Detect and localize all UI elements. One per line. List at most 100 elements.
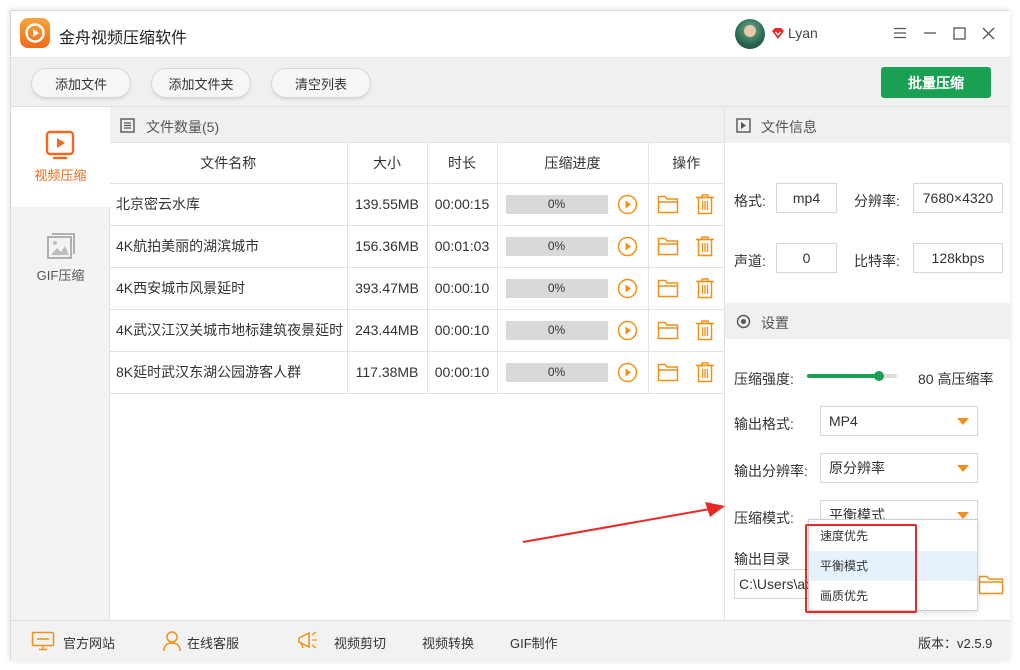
file-info-icon xyxy=(736,118,751,133)
file-info-header: 文件信息 xyxy=(725,107,1011,143)
file-name: 4K航拍美丽的湖滨城市 xyxy=(110,224,348,268)
file-size: 117.38MB xyxy=(346,350,428,394)
file-name: 北京密云水库 xyxy=(110,182,348,226)
play-icon[interactable] xyxy=(617,236,638,257)
sidebar-item-label: GIF压缩 xyxy=(36,268,85,283)
progress-bar: 0% xyxy=(505,194,608,214)
video-cut-link[interactable]: 视频剪切 xyxy=(334,633,386,652)
channel-value: 0 xyxy=(776,243,837,273)
megaphone-icon xyxy=(298,631,317,649)
open-folder-icon[interactable] xyxy=(657,320,679,340)
list-icon xyxy=(120,118,135,133)
output-resolution-label: 输出分辨率: xyxy=(734,463,808,479)
output-resolution-value: 原分辨率 xyxy=(829,460,885,476)
col-header-progress: 压缩进度 xyxy=(496,143,649,184)
play-icon[interactable] xyxy=(617,320,638,341)
table-row[interactable]: 8K延时武汉东湖公园游客人群 117.38MB 00:00:10 0% xyxy=(110,350,724,394)
file-name: 8K延时武汉东湖公园游客人群 xyxy=(110,350,348,394)
table-row[interactable]: 4K武汉江汉关城市地标建筑夜景延时 243.44MB 00:00:10 0% xyxy=(110,308,724,352)
add-folder-button[interactable]: 添加文件夹 xyxy=(151,68,251,98)
compress-mode-label: 压缩模式: xyxy=(734,510,794,526)
sidebar-item-label: 视频压缩 xyxy=(34,168,87,183)
video-compress-icon xyxy=(45,130,75,160)
strength-slider-handle[interactable] xyxy=(874,371,884,381)
minimize-icon[interactable] xyxy=(919,22,941,44)
video-convert-link[interactable]: 视频转换 xyxy=(422,633,474,652)
open-folder-icon[interactable] xyxy=(657,362,679,382)
output-resolution-select[interactable]: 原分辨率 xyxy=(820,453,978,483)
play-icon[interactable] xyxy=(617,278,638,299)
gif-make-link[interactable]: GIF制作 xyxy=(510,633,558,652)
file-name: 4K西安城市风景延时 xyxy=(110,266,348,310)
settings-header: 设置 xyxy=(725,303,1011,339)
table-row[interactable]: 4K航拍美丽的湖滨城市 156.36MB 00:01:03 0% xyxy=(110,224,724,268)
ops-cell xyxy=(647,266,724,310)
bitrate-label: 比特率: xyxy=(854,253,900,269)
add-file-button[interactable]: 添加文件 xyxy=(31,68,131,98)
col-header-ops: 操作 xyxy=(647,143,724,184)
file-info-title: 文件信息 xyxy=(761,119,817,135)
file-size: 393.47MB xyxy=(346,266,428,310)
sidebar-item-video-compress[interactable]: 视频压缩 xyxy=(11,107,110,207)
progress-bar: 0% xyxy=(505,278,608,298)
col-header-size: 大小 xyxy=(346,143,428,184)
official-website-link[interactable]: 官方网站 xyxy=(63,633,115,652)
file-count: 文件数量(5) xyxy=(146,119,220,135)
play-icon[interactable] xyxy=(617,194,638,215)
table-row[interactable]: 4K西安城市风景延时 393.47MB 00:00:10 0% xyxy=(110,266,724,310)
output-format-select[interactable]: MP4 xyxy=(820,406,978,436)
clear-list-button[interactable]: 清空列表 xyxy=(271,68,371,98)
trash-icon[interactable] xyxy=(695,277,715,299)
col-header-duration: 时长 xyxy=(426,143,498,184)
status-bar: 官方网站 在线客服 视频剪切 视频转换 GIF制作 版本：v2.5.9 xyxy=(11,620,1010,661)
ops-cell xyxy=(647,308,724,352)
format-label: 格式: xyxy=(734,193,766,209)
file-size: 139.55MB xyxy=(346,182,428,226)
resolution-value: 7680×4320 xyxy=(913,183,1003,213)
trash-icon[interactable] xyxy=(695,235,715,257)
play-icon[interactable] xyxy=(617,362,638,383)
file-duration: 00:00:10 xyxy=(426,266,498,310)
file-duration: 00:00:10 xyxy=(426,350,498,394)
bitrate-value: 128kbps xyxy=(913,243,1003,273)
strength-value: 80 高压缩率 xyxy=(918,371,994,387)
folder-browse-icon[interactable] xyxy=(978,573,1004,595)
file-name: 4K武汉江汉关城市地标建筑夜景延时 xyxy=(110,308,348,352)
toolbar: 添加文件 添加文件夹 清空列表 批量压缩 xyxy=(11,57,1010,107)
format-value: mp4 xyxy=(776,183,837,213)
file-size: 156.36MB xyxy=(346,224,428,268)
trash-icon[interactable] xyxy=(695,319,715,341)
vip-badge-icon xyxy=(771,27,785,43)
open-folder-icon[interactable] xyxy=(657,194,679,214)
close-icon[interactable] xyxy=(977,22,999,44)
progress-cell: 0% xyxy=(496,182,649,226)
ops-cell xyxy=(647,224,724,268)
strength-slider[interactable] xyxy=(807,371,897,381)
progress-bar: 0% xyxy=(505,236,608,256)
table-row[interactable]: 北京密云水库 139.55MB 00:00:15 0% xyxy=(110,182,724,226)
output-dir-label: 输出目录 xyxy=(734,551,790,567)
file-duration: 00:00:15 xyxy=(426,182,498,226)
file-size: 243.44MB xyxy=(346,308,428,352)
open-folder-icon[interactable] xyxy=(657,278,679,298)
trash-icon[interactable] xyxy=(695,361,715,383)
user-avatar[interactable] xyxy=(735,19,765,49)
menu-icon[interactable] xyxy=(889,22,911,44)
ops-cell xyxy=(647,182,724,226)
maximize-icon[interactable] xyxy=(948,22,970,44)
batch-compress-button[interactable]: 批量压缩 xyxy=(881,67,991,98)
username[interactable]: Lyan xyxy=(788,25,818,41)
file-table: 文件名称 大小 时长 压缩进度 操作 北京密云水库 139.55MB 00:00:1… xyxy=(110,143,724,394)
trash-icon[interactable] xyxy=(695,193,715,215)
progress-cell: 0% xyxy=(496,350,649,394)
open-folder-icon[interactable] xyxy=(657,236,679,256)
progress-cell: 0% xyxy=(496,308,649,352)
strength-slider-fill xyxy=(807,374,879,378)
progress-cell: 0% xyxy=(496,224,649,268)
sidebar-item-gif-compress[interactable]: GIF压缩 xyxy=(11,207,110,307)
online-support-link[interactable]: 在线客服 xyxy=(187,633,239,652)
progress-bar: 0% xyxy=(505,362,608,382)
output-format-value: MP4 xyxy=(829,413,858,429)
gif-image-icon xyxy=(47,233,75,259)
app-title: 金舟视频压缩软件 xyxy=(59,30,188,47)
